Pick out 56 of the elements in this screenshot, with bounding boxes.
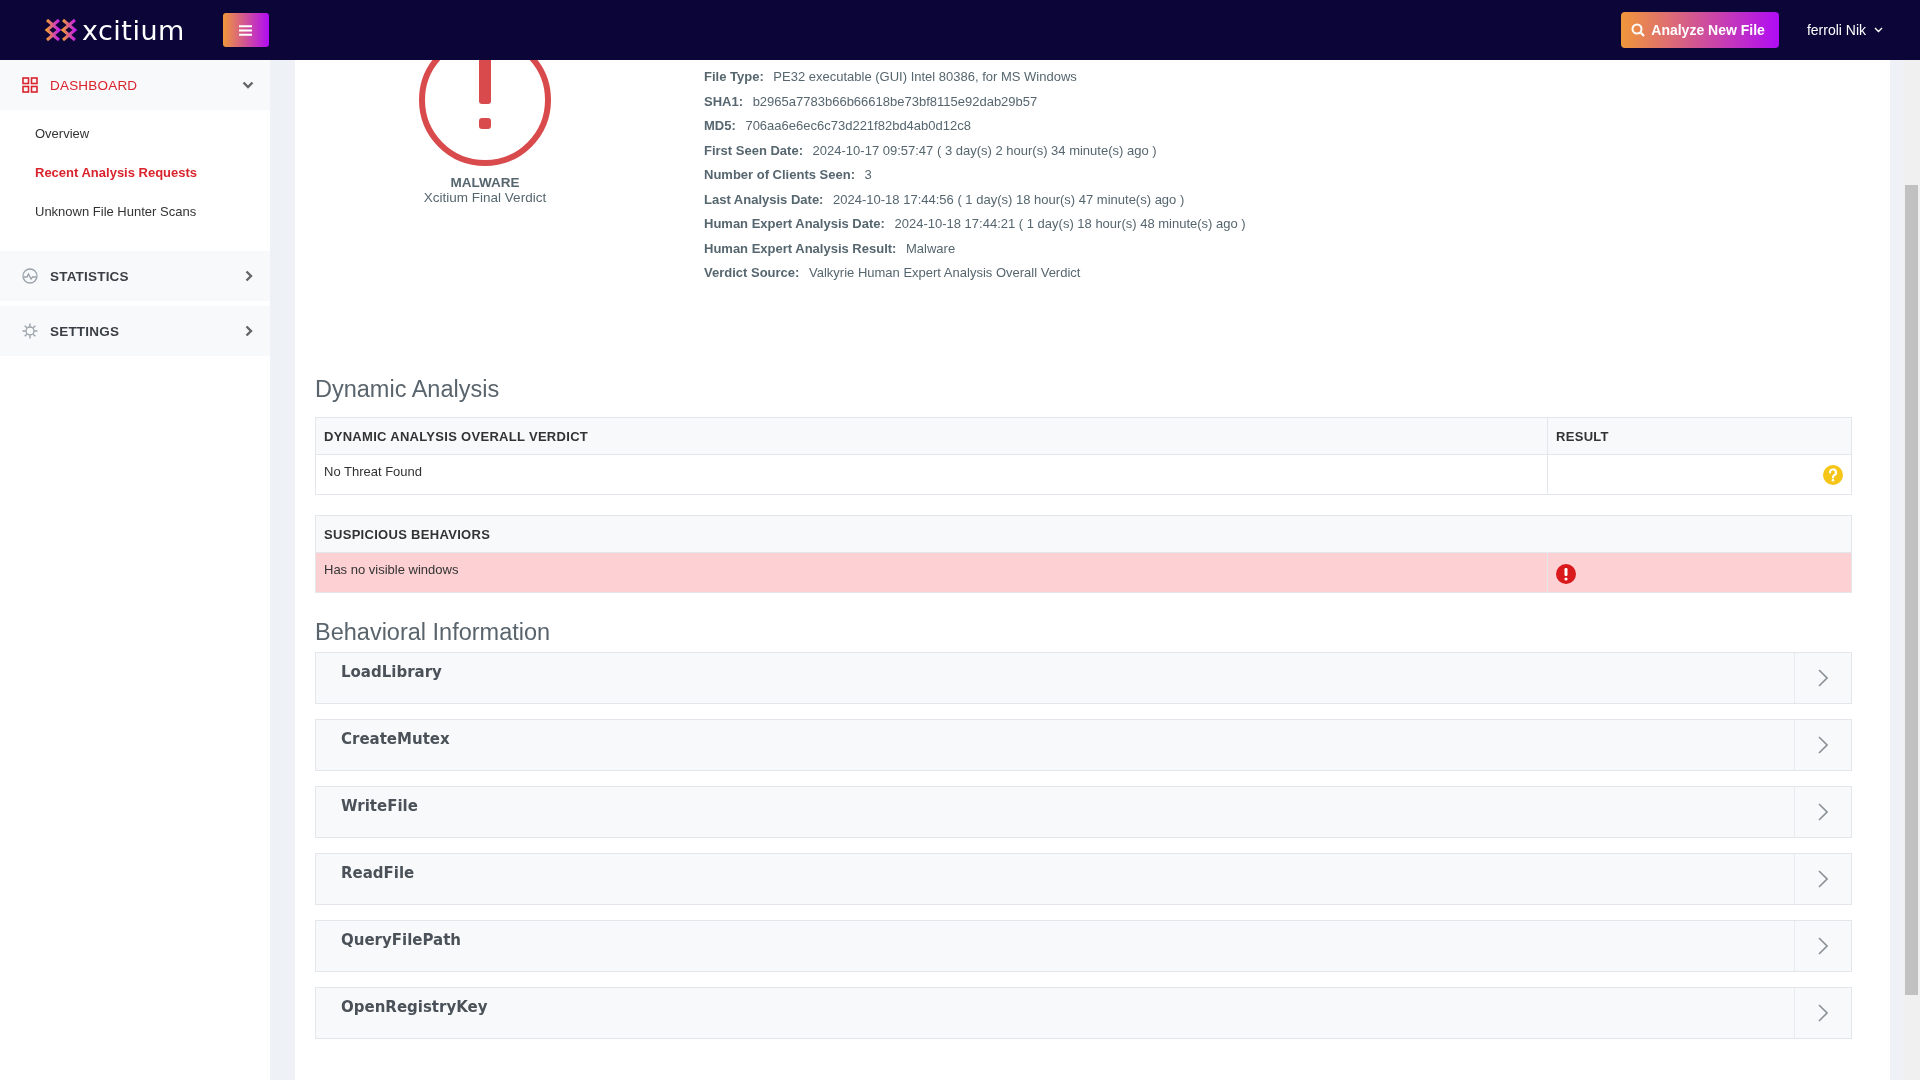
column-header: DYNAMIC ANALYSIS OVERALL VERDICT [315, 417, 1548, 455]
chevron-right-icon [245, 270, 254, 282]
accordion-item[interactable]: LoadLibrary [315, 652, 1852, 704]
table-cell: No Threat Found [315, 454, 1548, 495]
file-info-line: Human Expert Analysis Result: Malware [704, 239, 957, 258]
section-heading: Dynamic Analysis [315, 376, 501, 403]
menu-icon [239, 24, 253, 36]
caret-icon [1874, 27, 1883, 33]
chevron-right-icon [1818, 803, 1828, 821]
logo-text: xcitium [82, 14, 185, 46]
file-info-line: MD5: 706aa6e6ec6c73d221f82bd4ab0d12c8 [704, 117, 972, 135]
analyze-button[interactable]: Analyze New File [1621, 12, 1779, 48]
section-label: STATISTICS [50, 268, 130, 284]
logo-icon [44, 17, 78, 43]
accordion-item[interactable]: OpenRegistryKey [315, 987, 1852, 1039]
file-info-line: First Seen Date: 2024-10-17 09:57:47 ( 3 day(s) 2 hour(s) 34 minute(s) ago ) [704, 141, 1158, 160]
verdict-caption: Xcitium Final Verdict [423, 190, 547, 205]
file-info-line: Last Analysis Date: 2024-10-18 17:44:56 ( 1 day(s) 18 hour(s) 47 minute(s) ago ) [704, 190, 1186, 209]
sidebar-link[interactable]: Recent Analysis Requests [0, 153, 270, 192]
file-info-line: Number of Clients Seen: 3 [704, 166, 873, 184]
pulse-icon [22, 268, 38, 284]
menu-button[interactable] [222, 13, 269, 47]
chevron-right-icon [1818, 736, 1828, 754]
settings-icon [22, 323, 38, 339]
file-info-line: SHA1: b2965a7783b66b66618be73bf8115e92dab29b57 [704, 92, 1039, 111]
sidebar-section[interactable]: DASHBOARD [0, 60, 270, 110]
scrollbar-thumb[interactable] [1905, 185, 1918, 995]
chevron-right-icon [1818, 669, 1828, 687]
sidebar-link[interactable]: Unknown File Hunter Scans [0, 192, 270, 231]
user-menu[interactable]: ferroli Nik [1806, 22, 1883, 38]
file-info-line: Human Expert Analysis Date: 2024-10-18 17:44:21 ( 1 day(s) 18 hour(s) 48 minute(s) ago ) [704, 215, 1246, 233]
section-label: SETTINGS [50, 323, 121, 339]
scrollbar[interactable] [1903, 60, 1920, 1080]
sidebar-section[interactable]: STATISTICS [0, 251, 270, 301]
accordion-item[interactable]: CreateMutex [315, 719, 1852, 771]
section-heading: Behavioral Information [315, 619, 552, 646]
file-info-line: Verdict Source: Valkyrie Human Expert Analysis Overall Verdict [704, 264, 1082, 282]
grid-icon [22, 77, 38, 93]
sidebar-section[interactable]: SETTINGS [0, 306, 270, 356]
search-icon [1631, 23, 1646, 37]
warning-icon [418, 60, 552, 167]
column-header: RESULT [1547, 417, 1852, 455]
sidebar-link[interactable]: Overview [0, 114, 270, 153]
accordion-item[interactable]: ReadFile [315, 853, 1852, 905]
table-cell: Has no visible windows [315, 552, 1548, 593]
file-info-line: File Type: PE32 executable (GUI) Intel 80386, for MS Windows [704, 68, 1078, 86]
chevron-down-icon [242, 80, 254, 90]
chevron-right-icon [245, 325, 254, 337]
chevron-right-icon [1818, 870, 1828, 888]
chevron-right-icon [1818, 937, 1828, 955]
accordion-item[interactable]: WriteFile [315, 786, 1852, 838]
chevron-right-icon [1818, 1004, 1828, 1022]
column-header: SUSPICIOUS BEHAVIORS [315, 515, 1852, 553]
section-label: DASHBOARD [50, 77, 139, 93]
accordion-item[interactable]: QueryFilePath [315, 920, 1852, 972]
verdict-label: MALWARE [450, 175, 520, 190]
